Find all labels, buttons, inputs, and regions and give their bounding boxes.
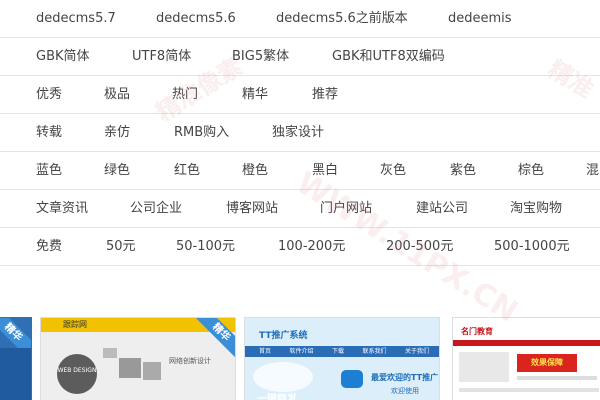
filter-category-articles[interactable]: 文章资讯 (36, 190, 88, 227)
thumbnail-text-line (459, 388, 599, 392)
filter-quality-essence[interactable]: 精华 (242, 76, 268, 113)
filter-category-corporate[interactable]: 公司企业 (130, 190, 182, 227)
filter-category-portal[interactable]: 门户网站 (320, 190, 372, 227)
thumbnail-nav: 首页 软件介绍 下载 联系我们 关于我们 (259, 346, 429, 357)
filter-color-brown[interactable]: 棕色 (518, 152, 544, 189)
filter-encoding-utf8[interactable]: UTF8简体 (132, 38, 191, 75)
filter-row-source: 转载 亲仿 RMB购入 独家设计 (0, 114, 600, 152)
cloud-icon (253, 362, 313, 392)
filter-source-purchased[interactable]: RMB购入 (174, 114, 229, 151)
filter-quality-hot[interactable]: 热门 (172, 76, 198, 113)
thumbnail-nav-software: 软件介绍 (289, 348, 314, 355)
thumbnail-nav-download: 下载 (331, 348, 344, 355)
filter-price-200-500[interactable]: 200-500元 (386, 228, 453, 265)
template-thumbnail[interactable]: 精华 (0, 317, 32, 400)
thumbnail-use-now: 欢迎使用 (391, 387, 419, 395)
thumbnail-site-name: 名门教育 (461, 327, 493, 336)
thumbnail-nav-home: 首页 (259, 348, 272, 355)
filter-version-dedecms56[interactable]: dedecms5.6 (156, 0, 236, 37)
filter-category-blog[interactable]: 博客网站 (226, 190, 278, 227)
filter-row-color: 蓝色 绿色 红色 橙色 黑白 灰色 紫色 棕色 混 (0, 152, 600, 190)
web-design-logo: WEB DESIGN (57, 354, 97, 394)
filter-price-50[interactable]: 50元 (106, 228, 136, 265)
filter-price-50-100[interactable]: 50-100元 (176, 228, 235, 265)
filter-panel: dedecms5.7 dedecms5.6 dedecms5.6之前版本 ded… (0, 0, 600, 266)
filter-color-purple[interactable]: 紫色 (450, 152, 476, 189)
thumbnail-image-block (459, 352, 509, 382)
template-gallery: 精华 跟踪网 WEB DESIGN 网络创新设计 精华 TT推广系统 首页 软件… (0, 302, 600, 400)
thumbnail-site-name: 跟踪网 (63, 320, 87, 329)
thumbnail-title: TT推广系统 (259, 331, 308, 341)
thumbnail-preview (0, 348, 31, 400)
filter-color-green[interactable]: 绿色 (104, 152, 130, 189)
filter-price-free[interactable]: 免费 (36, 228, 62, 265)
thumbnail-image-block (119, 358, 141, 378)
thumbnail-tag: 一键群发 (257, 394, 297, 400)
filter-color-gray[interactable]: 灰色 (380, 152, 406, 189)
filter-row-version: dedecms5.7 dedecms5.6 dedecms5.6之前版本 ded… (0, 0, 600, 38)
filter-row-encoding: GBK简体 UTF8简体 BIG5繁体 GBK和UTF8双编码 (0, 38, 600, 76)
thumbnail-text-line (517, 376, 597, 380)
thumbnail-nav-bar (453, 340, 600, 346)
filter-category-shopping[interactable]: 淘宝购物 (510, 190, 562, 227)
filter-version-dedecms57[interactable]: dedecms5.7 (36, 0, 116, 37)
filter-category-webbuilder[interactable]: 建站公司 (416, 190, 468, 227)
filter-color-red[interactable]: 红色 (174, 152, 200, 189)
template-thumbnail[interactable]: 名门教育 效果保障 (452, 317, 600, 400)
smiley-icon (341, 370, 363, 388)
filter-source-exclusive[interactable]: 独家设计 (272, 114, 324, 151)
filter-row-category: 文章资讯 公司企业 博客网站 门户网站 建站公司 淘宝购物 (0, 190, 600, 228)
filter-price-500-1000[interactable]: 500-1000元 (494, 228, 570, 265)
filter-version-pre56[interactable]: dedecms5.6之前版本 (276, 0, 408, 37)
filter-row-quality: 优秀 极品 热门 精华 推荐 (0, 76, 600, 114)
filter-encoding-big5[interactable]: BIG5繁体 (232, 38, 289, 75)
filter-row-price: 免费 50元 50-100元 100-200元 200-500元 500-100… (0, 228, 600, 266)
filter-encoding-gbk[interactable]: GBK简体 (36, 38, 90, 75)
filter-source-imitation[interactable]: 亲仿 (104, 114, 130, 151)
template-thumbnail[interactable]: TT推广系统 首页 软件介绍 下载 联系我们 关于我们 最爱欢迎的TT推广 欢迎… (244, 317, 440, 400)
filter-price-100-200[interactable]: 100-200元 (278, 228, 345, 265)
thumbnail-tagline: 网络创新设计 (169, 357, 211, 365)
filter-quality-recommended[interactable]: 推荐 (312, 76, 338, 113)
filter-color-blackwhite[interactable]: 黑白 (312, 152, 338, 189)
thumbnail-banner: 效果保障 (517, 354, 577, 372)
thumbnail-nav-contact: 联系我们 (362, 348, 387, 355)
filter-source-repost[interactable]: 转载 (36, 114, 62, 151)
template-thumbnail[interactable]: 跟踪网 WEB DESIGN 网络创新设计 精华 (40, 317, 236, 400)
thumbnail-welcome: 最爱欢迎的TT推广 (371, 373, 439, 382)
filter-quality-premium[interactable]: 极品 (104, 76, 130, 113)
thumbnail-image-block (103, 348, 117, 358)
filter-encoding-dual[interactable]: GBK和UTF8双编码 (332, 38, 445, 75)
filter-quality-excellent[interactable]: 优秀 (36, 76, 62, 113)
filter-color-blue[interactable]: 蓝色 (36, 152, 62, 189)
filter-color-orange[interactable]: 橙色 (242, 152, 268, 189)
filter-color-mixed[interactable]: 混 (586, 152, 599, 189)
thumbnail-image-block (143, 362, 161, 380)
thumbnail-nav-about: 关于我们 (404, 348, 429, 355)
filter-version-dedeemis[interactable]: dedeemis (448, 0, 512, 37)
